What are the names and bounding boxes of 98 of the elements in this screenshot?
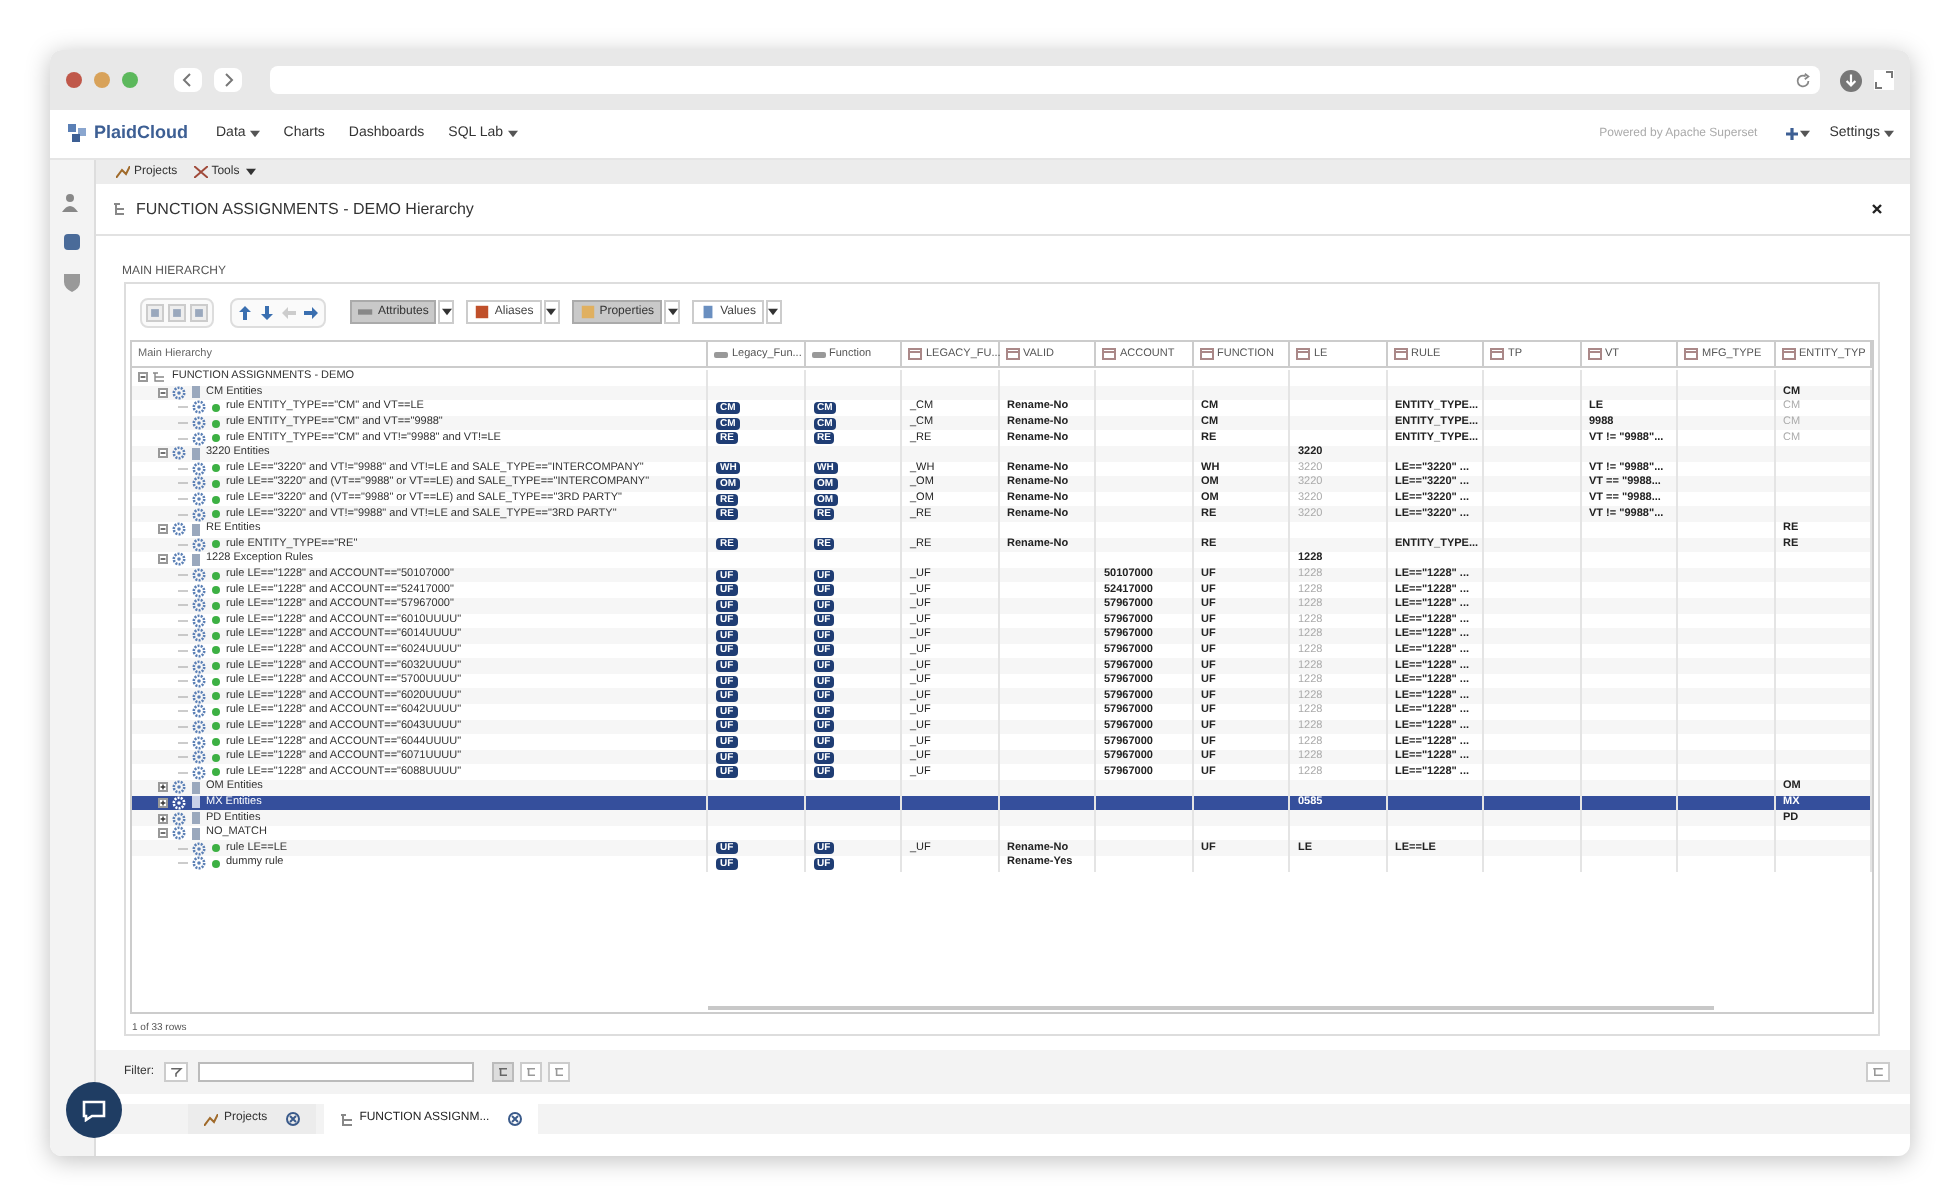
status-dot-icon [212, 571, 220, 580]
people-icon[interactable] [62, 192, 82, 212]
chat-icon [82, 1099, 106, 1121]
view-icon [579, 304, 596, 320]
close-icon[interactable] [507, 1112, 522, 1126]
chart-icon [116, 166, 130, 178]
table-icon [1490, 348, 1504, 360]
brand-name: PlaidCloud [94, 120, 188, 147]
document-icon [192, 553, 200, 566]
expand-icon[interactable] [158, 797, 168, 808]
close-window-icon[interactable] [66, 72, 82, 88]
reload-icon[interactable] [1794, 71, 1812, 89]
collapse-icon[interactable] [158, 554, 168, 565]
tree-connector-icon [178, 539, 188, 550]
table-icon [1587, 348, 1601, 360]
close-icon[interactable] [1872, 204, 1882, 214]
caret-icon [546, 308, 557, 316]
document-icon [192, 447, 200, 460]
status-dot-icon [212, 434, 220, 443]
view-icon [474, 304, 491, 320]
table-icon [1781, 348, 1795, 360]
collapse-icon[interactable] [158, 387, 168, 398]
table-icon [1393, 348, 1407, 360]
status-dot-icon [212, 495, 220, 504]
tag-icon [811, 351, 825, 357]
table-icon [1005, 348, 1019, 360]
hierarchy-icon [339, 1113, 354, 1125]
status-dot-icon [212, 768, 220, 777]
status-dot-icon [212, 419, 220, 428]
collapse-icon[interactable] [158, 448, 168, 459]
view-icon [358, 304, 374, 320]
filter-icon[interactable] [164, 1062, 188, 1082]
expand-icon[interactable] [158, 813, 168, 824]
dropdown-button[interactable] [543, 300, 560, 324]
caret-icon [667, 308, 678, 316]
down-arrow-icon[interactable] [258, 303, 276, 321]
up-arrow-icon[interactable] [236, 303, 254, 321]
collapse-icon[interactable] [158, 524, 168, 535]
document-icon [192, 386, 200, 399]
logo-icon [66, 122, 90, 146]
download-icon[interactable] [1840, 69, 1862, 91]
status-dot-icon [212, 479, 220, 488]
back-icon[interactable] [174, 68, 202, 92]
table-icon [1199, 348, 1213, 360]
collapse-icon[interactable] [158, 828, 168, 839]
right-arrow-icon[interactable] [302, 303, 320, 321]
chart-icon [204, 1113, 218, 1125]
status-dot-icon [212, 464, 220, 473]
caret-icon [245, 168, 256, 176]
status-dot-icon [212, 844, 220, 853]
status-dot-icon [212, 859, 220, 868]
horizontal-scrollbar[interactable] [708, 1006, 1714, 1010]
caret-icon [249, 130, 260, 138]
status-dot-icon [212, 692, 220, 701]
status-dot-icon [212, 586, 220, 595]
view-icon [700, 304, 717, 320]
table-icon [1102, 348, 1116, 360]
table-icon [908, 348, 922, 360]
status-dot-icon [212, 722, 220, 731]
status-dot-icon [212, 403, 220, 412]
caret-icon [1799, 130, 1810, 138]
status-dot-icon [212, 707, 220, 716]
status-dot-icon [212, 646, 220, 655]
hierarchy-icon [152, 372, 166, 383]
filter-field[interactable] [198, 1062, 474, 1082]
status-dot-icon [212, 738, 220, 747]
tools-icon [193, 166, 208, 178]
plus-icon[interactable] [1785, 128, 1798, 140]
status-dot-icon [212, 662, 220, 671]
dropdown-button[interactable] [664, 300, 681, 324]
status-dot-icon [212, 753, 220, 762]
fullscreen-icon[interactable] [1874, 70, 1894, 90]
status-dot-icon [212, 677, 220, 686]
tree-view-icon[interactable] [492, 1062, 514, 1082]
collapse-icon[interactable] [138, 372, 148, 383]
tag-icon [714, 351, 728, 357]
table-icon [1684, 348, 1698, 360]
shield-icon[interactable] [62, 272, 82, 292]
hierarchy-icon [112, 202, 128, 216]
expand-icon[interactable] [158, 782, 168, 793]
caret-icon [768, 308, 779, 316]
status-dot-icon [212, 540, 220, 549]
caret-icon [1884, 130, 1894, 138]
panel-title: FUNCTION ASSIGNMENTS - DEMO Hierarchy [136, 197, 474, 221]
document-icon [192, 523, 200, 536]
status-dot-icon [212, 616, 220, 625]
status-dot-icon [212, 601, 220, 610]
dropdown-button[interactable] [438, 300, 455, 324]
database-icon[interactable] [62, 232, 82, 252]
caret-icon [507, 130, 518, 138]
caret-icon [441, 308, 452, 316]
table-icon [1296, 348, 1310, 360]
tree-view-icon[interactable] [1866, 1062, 1890, 1082]
status-dot-icon [212, 510, 220, 519]
collapse-icon[interactable] [548, 1062, 570, 1082]
dropdown-button[interactable] [765, 300, 782, 324]
status-dot-icon [212, 631, 220, 640]
forward-icon[interactable] [214, 68, 242, 92]
